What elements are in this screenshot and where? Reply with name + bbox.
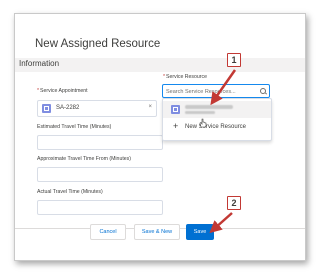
actual-travel-time-label: Actual Travel Time (Minutes)	[37, 189, 103, 195]
cancel-button[interactable]: Cancel	[90, 224, 126, 240]
resource-icon	[171, 105, 180, 114]
required-indicator: *	[163, 74, 166, 80]
service-appointment-icon	[42, 104, 51, 113]
approximate-travel-time-from-label: Approximate Travel Time From (Minutes)	[37, 156, 131, 162]
service-resource-label-text: Service Resource	[166, 74, 207, 80]
actual-travel-time-input[interactable]	[37, 200, 163, 215]
information-section-header[interactable]: Information	[15, 58, 305, 72]
search-icon	[260, 88, 266, 94]
service-resource-search[interactable]	[162, 84, 270, 98]
service-appointment-label-text: Service Appointment	[40, 88, 88, 94]
estimated-travel-time-label: Estimated Travel Time (Minutes)	[37, 124, 112, 130]
save-button[interactable]: Save	[186, 224, 214, 240]
section-label: Information	[19, 59, 60, 68]
callout-1: 1	[227, 53, 241, 67]
service-resource-search-input[interactable]	[166, 87, 258, 96]
service-resource-label: *Service Resource	[163, 74, 207, 80]
new-service-resource-label: New Service Resource	[185, 124, 247, 130]
service-appointment-lookup[interactable]: SA-2282 ×	[37, 100, 157, 117]
estimated-travel-time-input[interactable]	[37, 135, 163, 150]
required-indicator: *	[37, 88, 40, 94]
dropdown-result-item[interactable]	[163, 101, 271, 118]
approximate-travel-time-from-input[interactable]	[37, 167, 163, 182]
service-resource-dropdown: + New Service Resource	[162, 98, 272, 141]
new-service-resource-option[interactable]: + New Service Resource	[163, 120, 271, 136]
service-appointment-label: *Service Appointment	[37, 88, 88, 94]
redacted-result-name	[185, 105, 233, 109]
modal-title: New Assigned Resource	[35, 38, 161, 50]
plus-icon: +	[173, 121, 179, 131]
redacted-result-detail	[185, 111, 215, 114]
remove-selection-icon[interactable]: ×	[148, 104, 152, 110]
hand-cursor-icon	[199, 118, 207, 128]
callout-2: 2	[227, 196, 241, 210]
save-and-new-button[interactable]: Save & New	[134, 224, 180, 240]
service-appointment-value: SA-2282	[56, 105, 80, 111]
